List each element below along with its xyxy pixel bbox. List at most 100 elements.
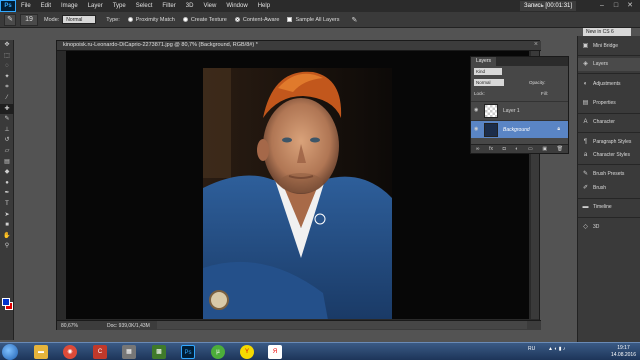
dock-item-label: Paragraph Styles <box>593 139 632 145</box>
lasso-tool-icon[interactable]: ◌ <box>0 61 14 72</box>
layer-row-selected[interactable]: ◉ Background 🔒︎ <box>471 120 568 138</box>
canvas[interactable] <box>66 51 529 319</box>
visibility-eye-icon[interactable]: ◉ <box>474 107 480 113</box>
minimize-icon[interactable]: – <box>596 1 608 11</box>
quick-select-tool-icon[interactable]: ✦ <box>0 72 14 83</box>
brush-size-picker[interactable]: 19 <box>20 13 38 26</box>
new-layer-icon[interactable]: ▣ <box>542 146 547 152</box>
document-tab[interactable]: kinopoisk.ru-Leonardo-DiCaprio-2273871.j… <box>57 41 541 51</box>
divider <box>578 113 640 114</box>
path-selection-tool-icon[interactable]: ➤ <box>0 210 14 221</box>
menu-bar: Ps File Edit Image Layer Type Select Fil… <box>0 0 640 12</box>
marquee-tool-icon[interactable]: ⬚ <box>0 51 14 62</box>
dock-timeline[interactable]: ▬ Timeline <box>578 201 640 214</box>
language-indicator[interactable]: RU <box>528 346 535 352</box>
spot-healing-tool-icon[interactable]: ✚ <box>0 103 14 115</box>
tray-icons[interactable]: ▲ ◐ ▮ ♪ <box>548 346 565 352</box>
create-texture-radio[interactable] <box>182 17 188 22</box>
clone-stamp-tool-icon[interactable]: ⊥ <box>0 125 14 136</box>
dock-character[interactable]: A Character <box>578 116 640 129</box>
chrome-icon[interactable]: ◉ <box>63 345 77 359</box>
zoom-tool-icon[interactable]: ⚲ <box>0 241 14 252</box>
dock-item-label: Adjustments <box>593 81 621 87</box>
menu-filter[interactable]: Filter <box>157 3 180 9</box>
layer-style-icon[interactable]: fx <box>489 146 493 152</box>
menu-help[interactable]: Help <box>253 3 275 9</box>
mode-select[interactable]: Normal <box>62 15 97 24</box>
menu-layer[interactable]: Layer <box>83 3 108 9</box>
taskbar: ▬ ◉ C ▦ ▩ Ps µ Y Я RU ▲ ◐ ▮ ♪ 19:17 14.0… <box>0 342 640 360</box>
dock-properties[interactable]: ▤ Properties <box>578 97 640 110</box>
dodge-tool-icon[interactable]: ● <box>0 178 14 189</box>
dock-paragraph-styles[interactable]: ¶ Paragraph Styles <box>578 136 640 149</box>
menu-window[interactable]: Window <box>221 3 252 9</box>
layer-filter-kind[interactable]: Kind <box>474 68 502 75</box>
foreground-color-swatch[interactable] <box>2 298 10 306</box>
blur-tool-icon[interactable]: ◆ <box>0 167 14 178</box>
lock-icon: 🔒︎ <box>557 126 560 132</box>
eyedropper-tool-icon[interactable]: ⁄ <box>0 93 14 104</box>
move-tool-icon[interactable]: ✥ <box>0 40 14 51</box>
dock-item-label: Layers <box>593 61 609 67</box>
content-aware-radio[interactable] <box>234 17 240 22</box>
pen-tool-icon[interactable]: ✒ <box>0 188 14 199</box>
new-group-icon[interactable]: ▭ <box>528 146 533 152</box>
dock-mini-bridge[interactable]: ▣ Mini Bridge <box>578 40 640 53</box>
timeline-icon: ▬ <box>582 204 589 210</box>
shape-tool-icon[interactable]: ■ <box>0 220 14 231</box>
utorrent-icon[interactable]: µ <box>211 345 225 359</box>
eraser-tool-icon[interactable]: ▱ <box>0 146 14 157</box>
clock[interactable]: 19:17 14.08.2016 <box>611 345 636 359</box>
menu-file[interactable]: File <box>16 3 36 9</box>
spot-healing-brush-icon[interactable]: ✎ <box>4 13 16 26</box>
dock-adjustments[interactable]: ◐ Adjustments <box>578 78 640 91</box>
blend-mode-select[interactable]: Normal <box>474 79 504 86</box>
maximize-icon[interactable]: □ <box>610 1 622 11</box>
dock-character-styles[interactable]: a Character Styles <box>578 149 640 162</box>
close-icon[interactable]: ✕ <box>624 1 636 11</box>
history-brush-tool-icon[interactable]: ↺ <box>0 135 14 146</box>
menu-view[interactable]: View <box>198 3 221 9</box>
layer-row[interactable]: ◉ Layer 1 <box>471 101 568 119</box>
adjustment-layer-icon[interactable]: ◐ <box>515 146 518 152</box>
yandex-icon[interactable]: Я <box>268 345 282 359</box>
menu-3d[interactable]: 3D <box>181 3 199 9</box>
document-close-icon[interactable]: × <box>534 41 538 48</box>
minecraft-icon[interactable]: ▩ <box>152 345 166 359</box>
brush-tool-icon[interactable]: ✎ <box>0 114 14 125</box>
document-size[interactable]: Doc: 939,0K/1,43M <box>107 323 150 329</box>
proximity-match-radio[interactable] <box>127 17 133 22</box>
type-tool-icon[interactable]: T <box>0 199 14 210</box>
start-button[interactable] <box>2 344 18 360</box>
tab-layers[interactable]: Layers <box>471 57 497 66</box>
dock-layers[interactable]: ◈ Layers <box>578 58 640 71</box>
link-layers-icon[interactable]: ∞ <box>476 146 480 152</box>
dock-3d[interactable]: ◇ 3D <box>578 221 640 234</box>
panel-dock: ▣ Mini Bridge ◈ Layers ◐ Adjustments ▤ Prope… <box>577 36 640 342</box>
ccleaner-icon[interactable]: C <box>93 345 107 359</box>
layer-name: Background <box>503 127 530 133</box>
character-icon: A <box>583 119 588 125</box>
crop-tool-icon[interactable]: ⌗ <box>0 82 14 93</box>
gradient-tool-icon[interactable]: ▤ <box>0 157 14 168</box>
sample-all-layers-checkbox[interactable] <box>287 17 293 22</box>
hand-tool-icon[interactable]: ✋ <box>0 231 14 242</box>
pressure-size-icon[interactable]: ✎ <box>351 16 357 24</box>
yandex-browser-icon[interactable]: Y <box>240 345 254 359</box>
menu-type[interactable]: Type <box>108 3 131 9</box>
photoshop-taskbar-icon[interactable]: Ps <box>181 345 195 359</box>
visibility-eye-icon[interactable]: ◉ <box>474 126 480 132</box>
trash-icon[interactable]: 🗑︎ <box>557 146 563 152</box>
menu-image[interactable]: Image <box>56 3 83 9</box>
dock-brush-presets[interactable]: ✎ Brush Presets <box>578 168 640 181</box>
explorer-icon[interactable]: ▬ <box>34 345 48 359</box>
horizontal-scrollbar[interactable] <box>157 321 527 329</box>
layer-mask-icon[interactable]: ◘ <box>503 146 506 152</box>
calculator-icon[interactable]: ▦ <box>122 345 136 359</box>
brush-presets-icon: ✎ <box>582 171 589 177</box>
fill-label: Fill: <box>541 91 548 96</box>
zoom-level[interactable]: 80,67% <box>61 323 78 329</box>
menu-edit[interactable]: Edit <box>36 3 56 9</box>
dock-brush[interactable]: ✐ Brush <box>578 182 640 195</box>
menu-select[interactable]: Select <box>131 3 158 9</box>
